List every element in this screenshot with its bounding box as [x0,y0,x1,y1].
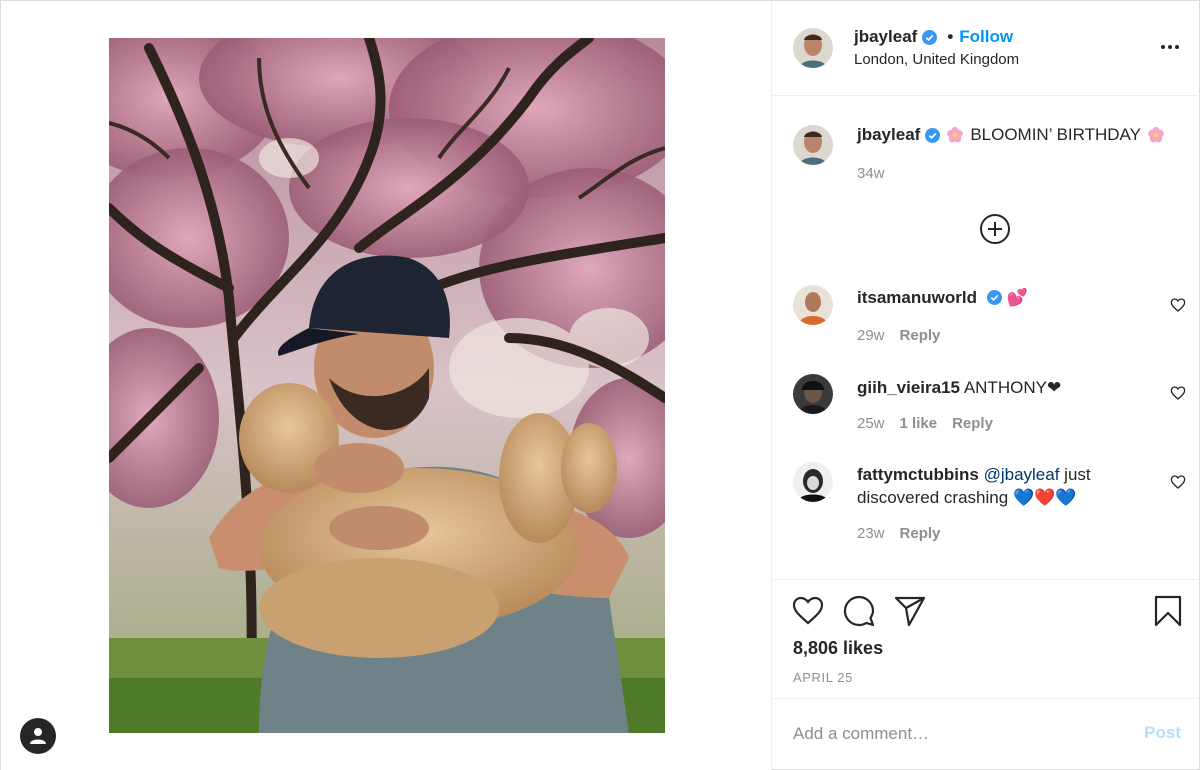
comment-time[interactable]: 29w [857,327,885,344]
bookmark-icon[interactable] [1152,595,1184,627]
post-photo[interactable] [109,38,665,733]
comment-emoji: 💕 [1006,288,1028,307]
post-comment-button[interactable]: Post [1144,723,1181,743]
comment-item: itsamanuworld 💕 29w Reply [772,282,1200,352]
caption-avatar[interactable] [793,125,833,165]
separator-dot: • [947,27,954,46]
media-area [1,1,772,770]
comment-emoji: 💙❤️💙 [1012,488,1077,507]
comment-text: fattymctubbins @jbayleaf just discovered… [857,463,1147,509]
author-avatar[interactable] [793,28,833,68]
comment-avatar[interactable] [793,285,833,325]
comment-mention[interactable]: @jbayleaf [984,465,1060,484]
verified-icon [986,290,1002,305]
heart-icon[interactable] [1170,474,1186,490]
more-options-icon[interactable] [1161,45,1179,49]
comment-meta: 29w Reply [857,327,940,344]
author-row: jbayleaf • Follow [854,27,1013,47]
comment-text: itsamanuworld 💕 [857,286,1147,309]
heart-icon[interactable] [1170,385,1186,401]
add-circle-icon[interactable] [979,213,1011,245]
post-dialog: jbayleaf • Follow London, United Kingdom [0,0,1200,770]
add-comment-bar: Post [772,699,1200,770]
flower-icon [1148,126,1164,143]
caption: jbayleaf BLOOMIN’ BIRTHDAY [857,125,1165,145]
post-actions: 8,806 likes APRIL 25 [772,579,1200,699]
comment-item: fattymctubbins @jbayleaf just discovered… [772,460,1200,555]
post-location[interactable]: London, United Kingdom [854,51,1019,68]
comment-avatar[interactable] [793,462,833,502]
comment-username[interactable]: fattymctubbins [857,465,979,484]
heart-icon[interactable] [1170,297,1186,313]
reply-button[interactable]: Reply [900,525,941,542]
caption-text: BLOOMIN’ BIRTHDAY [970,125,1141,144]
comment-emoji: ❤ [1046,378,1062,397]
follow-button[interactable]: Follow [959,27,1013,47]
comment-time[interactable]: 25w [857,415,885,432]
verified-icon [925,127,941,143]
author-username[interactable]: jbayleaf [854,27,917,47]
comment-item: giih_vieira15 ANTHONY❤ 25w 1 like Reply [772,372,1200,442]
likes-count[interactable]: 8,806 likes [793,638,883,659]
comment-username[interactable]: giih_vieira15 [857,378,960,397]
caption-username[interactable]: jbayleaf [857,125,920,145]
comment-text: giih_vieira15 ANTHONY❤ [857,376,1147,399]
reply-button[interactable]: Reply [952,415,993,432]
comment-avatar[interactable] [793,374,833,414]
post-header: jbayleaf • Follow London, United Kingdom [772,1,1200,96]
comments-list: jbayleaf BLOOMIN’ BIRTHDAY 34w itsamanuw… [772,96,1200,579]
comment-body: ANTHONY [963,378,1047,397]
share-icon[interactable] [894,595,926,627]
post-date[interactable]: APRIL 25 [793,670,853,685]
photo-illustration [109,38,665,733]
reply-button[interactable]: Reply [900,327,941,344]
comment-icon[interactable] [843,595,875,627]
flower-icon [947,126,964,143]
comment-meta: 23w Reply [857,525,940,542]
comment-input[interactable] [793,721,1123,747]
verified-icon [922,29,938,45]
post-side-panel: jbayleaf • Follow London, United Kingdom [772,1,1200,770]
comment-username[interactable]: itsamanuworld [857,288,977,307]
caption-time[interactable]: 34w [857,165,885,182]
comment-meta: 25w 1 like Reply [857,415,993,432]
heart-icon[interactable] [792,595,824,627]
user-tag-button[interactable] [20,718,56,754]
comment-likes[interactable]: 1 like [900,415,938,432]
comment-time[interactable]: 23w [857,525,885,542]
user-icon [30,728,46,744]
